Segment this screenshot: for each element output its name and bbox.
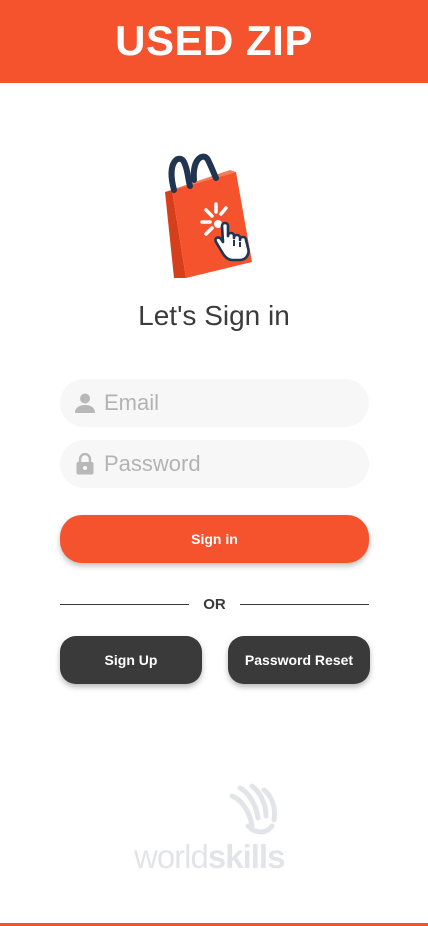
person-icon xyxy=(73,391,97,415)
password-reset-button[interactable]: Password Reset xyxy=(228,636,370,684)
or-divider: OR xyxy=(60,594,369,614)
password-field[interactable] xyxy=(60,440,369,488)
shopping-bag-icon xyxy=(160,150,270,282)
lock-icon xyxy=(73,452,97,476)
email-field[interactable] xyxy=(60,379,369,427)
divider-line-right xyxy=(239,603,369,605)
worldskills-logo: worldskills xyxy=(134,782,294,875)
divider-line-left xyxy=(60,603,190,605)
app-header: USED ZIP xyxy=(0,0,428,83)
divider-text: OR xyxy=(203,595,226,613)
password-input[interactable] xyxy=(104,451,344,477)
sign-in-button[interactable]: Sign in xyxy=(60,515,369,563)
pointer-hand-icon xyxy=(214,221,250,262)
page-title: Let's Sign in xyxy=(138,300,290,331)
sign-up-button[interactable]: Sign Up xyxy=(60,636,202,684)
email-input[interactable] xyxy=(104,390,344,416)
worldskills-wordmark: worldskills xyxy=(134,838,285,875)
app-title: USED ZIP xyxy=(115,16,313,64)
